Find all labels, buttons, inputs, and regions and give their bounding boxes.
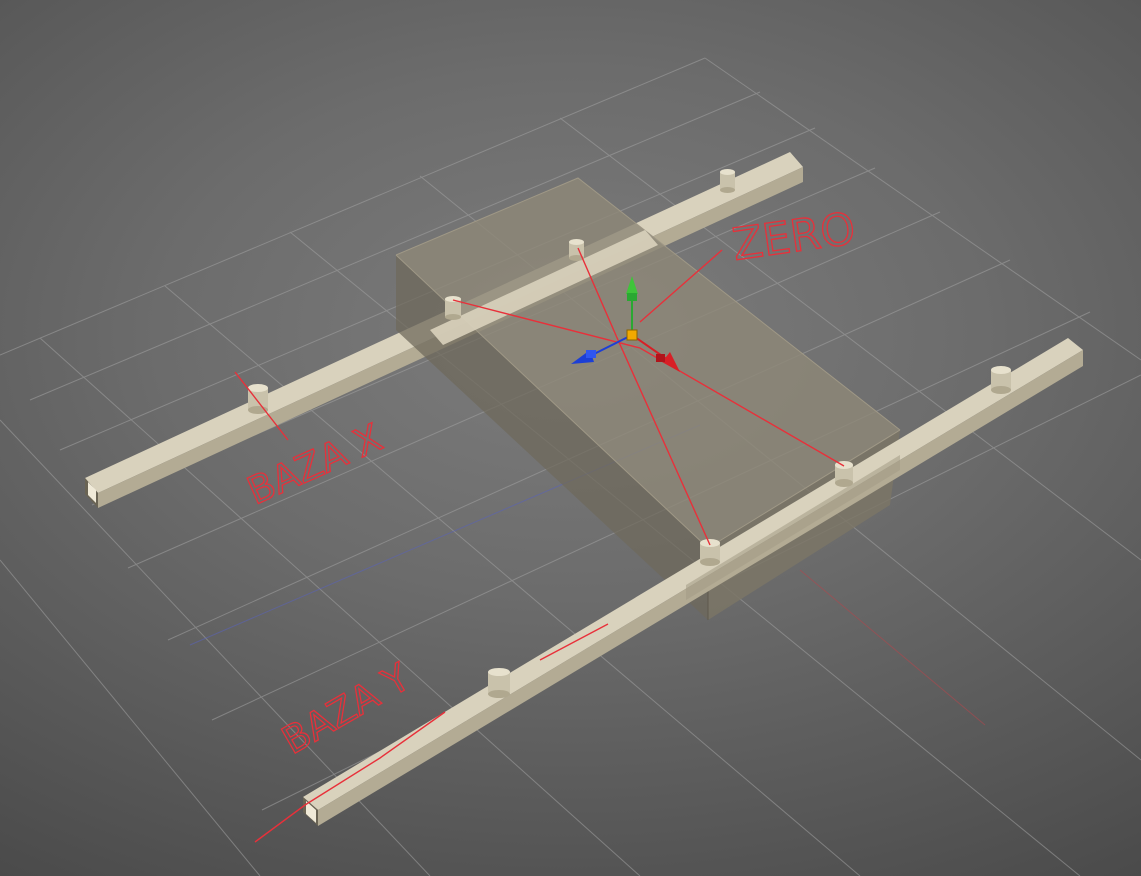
- peg-3: [445, 296, 461, 320]
- zero-label: ZERO: [729, 203, 858, 271]
- gizmo-center-icon[interactable]: [626, 329, 638, 341]
- peg-8: [488, 668, 510, 698]
- scene-canvas[interactable]: ZERO BAZA X BAZA Y: [0, 0, 1141, 876]
- 3d-viewport[interactable]: ZERO BAZA X BAZA Y: [0, 0, 1141, 876]
- peg-6: [835, 461, 853, 487]
- peg-7: [700, 539, 720, 566]
- peg-1: [720, 169, 735, 193]
- peg-5: [991, 366, 1011, 394]
- axis-line-y: [799, 569, 986, 726]
